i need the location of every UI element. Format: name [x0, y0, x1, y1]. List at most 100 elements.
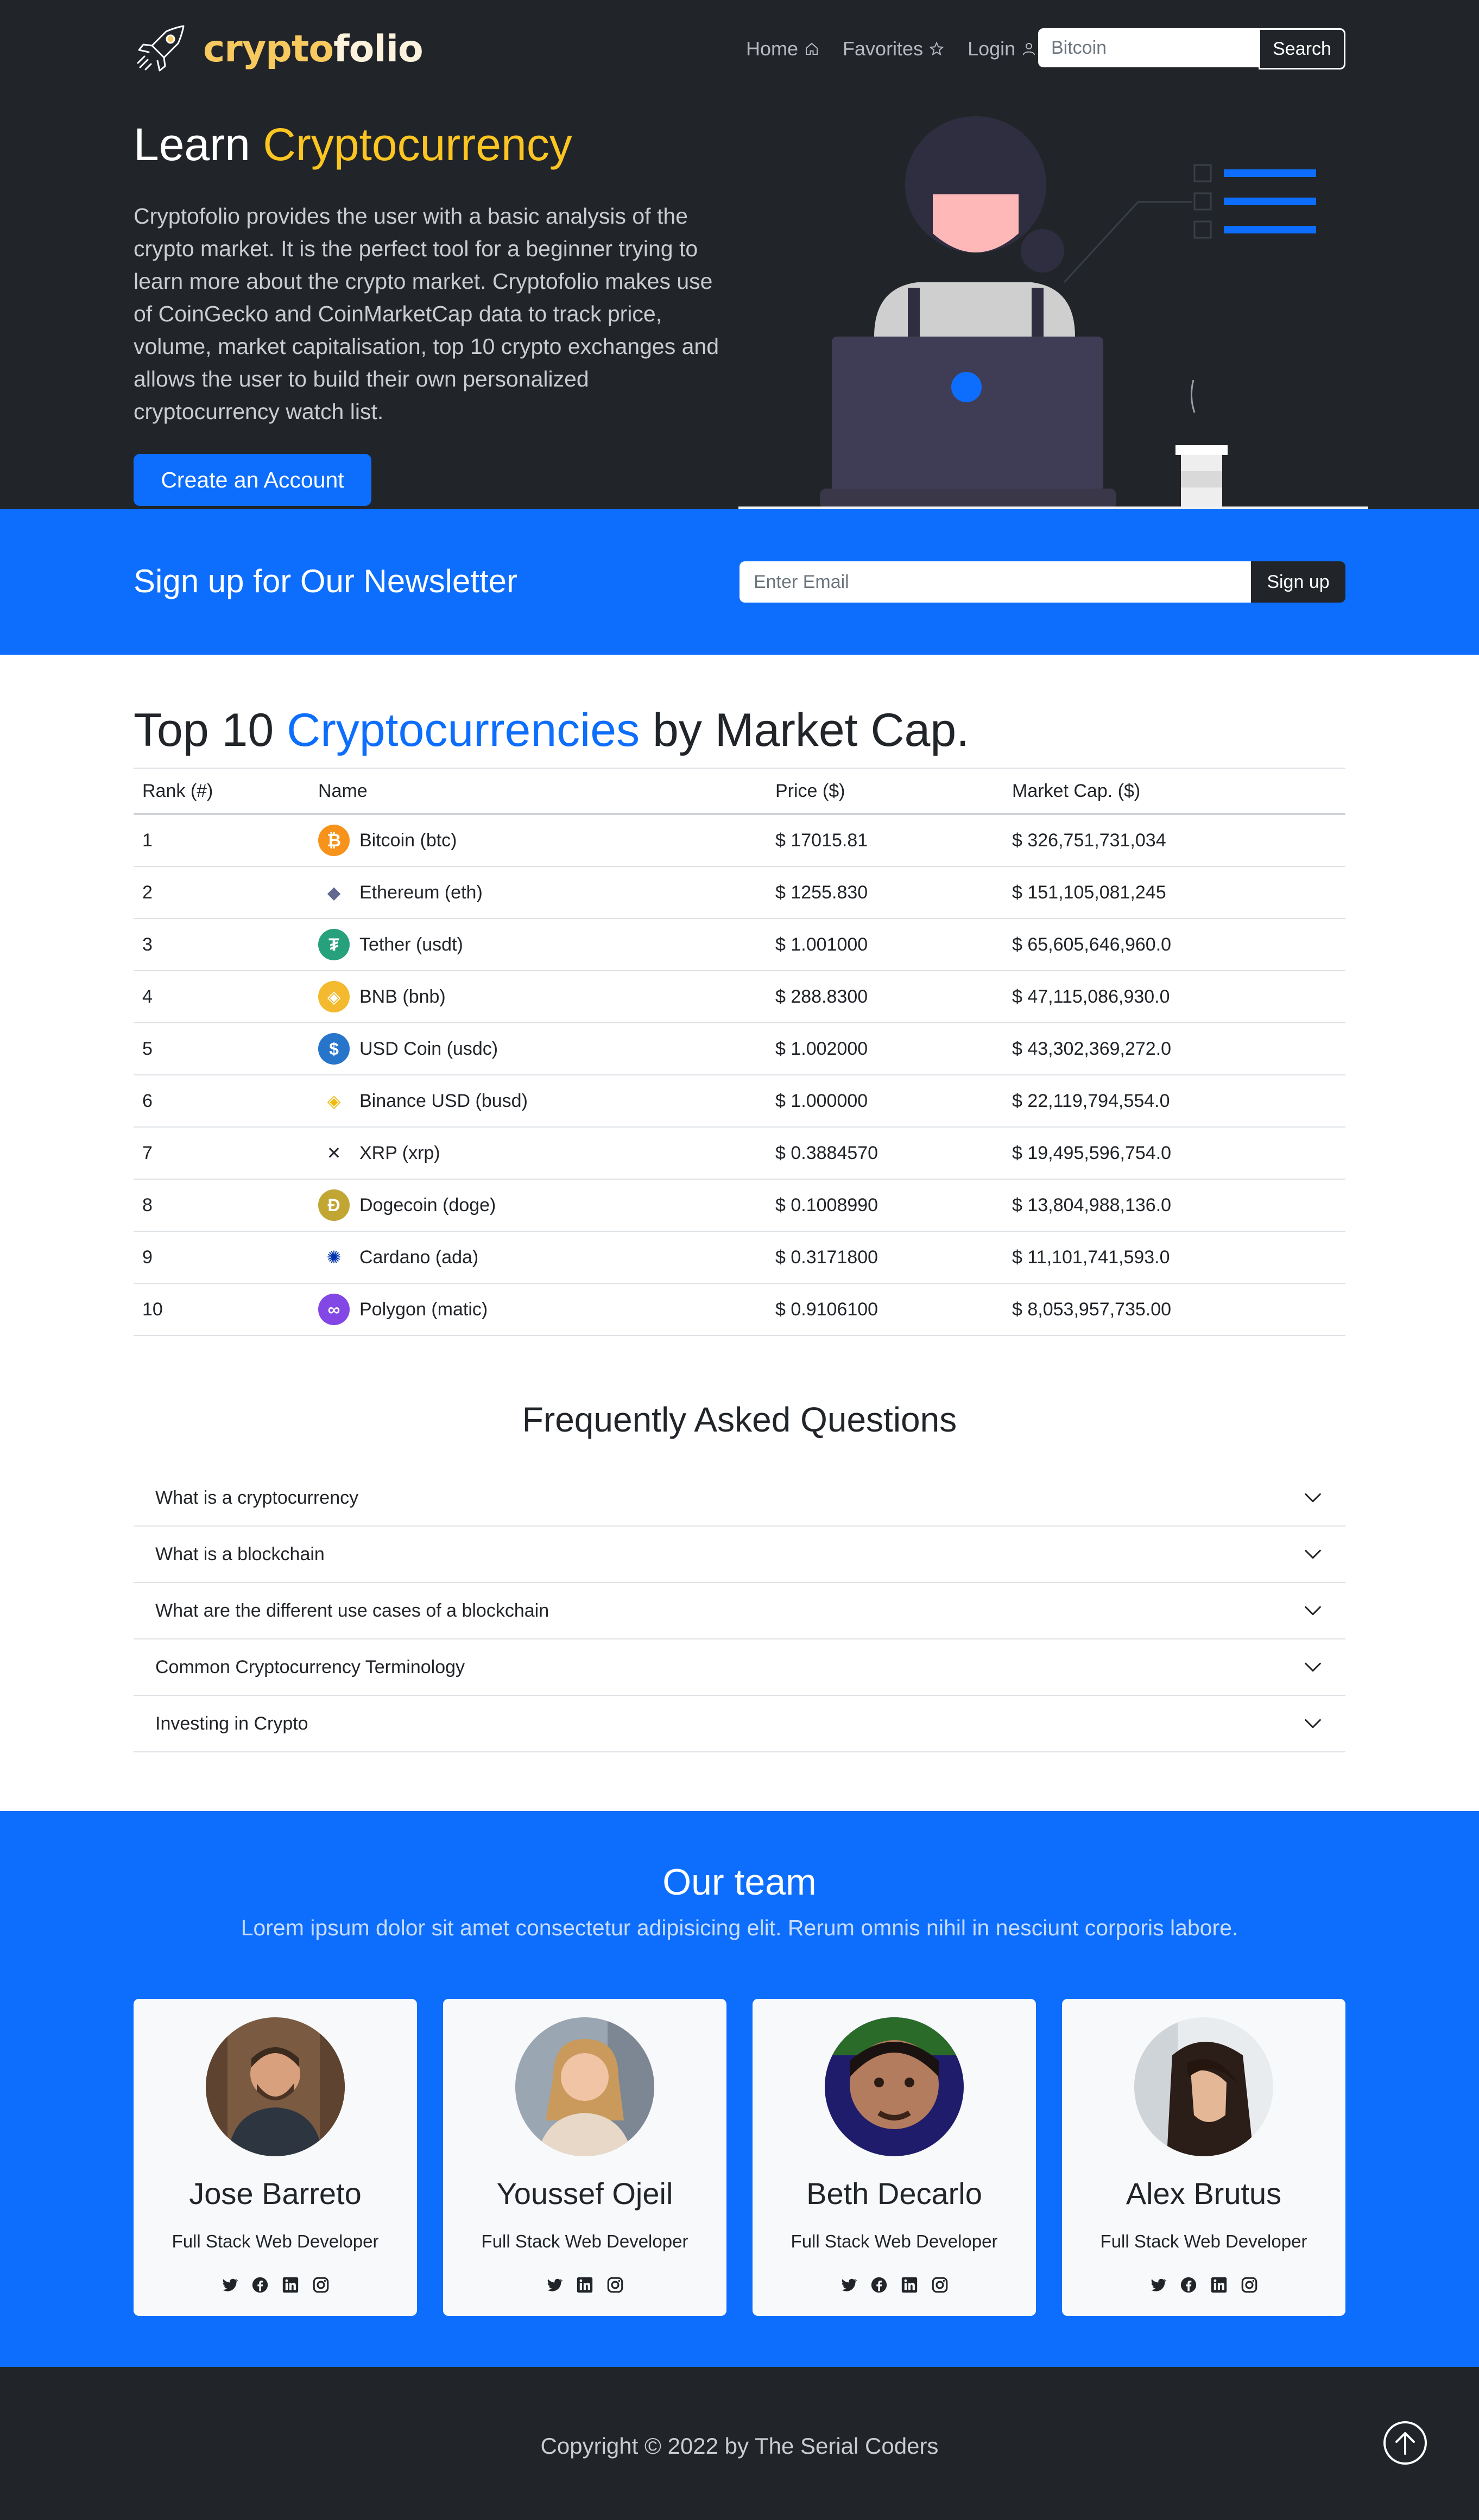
header-price: Price ($) [767, 768, 1003, 815]
cell-name: ₿ Bitcoin (btc) [309, 814, 767, 867]
coin-name[interactable]: Cardano (ada) [359, 1247, 478, 1268]
faq-item[interactable]: What are the different use cases of a bl… [134, 1583, 1345, 1639]
cell-rank: 6 [134, 1075, 309, 1128]
faq-item[interactable]: What is a cryptocurrency [134, 1470, 1345, 1527]
member-name: Jose Barreto [189, 2176, 362, 2211]
coin-name[interactable]: Dogecoin (doge) [359, 1195, 496, 1216]
cell-name: ✺ Cardano (ada) [309, 1231, 767, 1284]
facebook-icon[interactable] [870, 2276, 888, 2294]
coin-name[interactable]: Binance USD (busd) [359, 1091, 528, 1112]
search-button[interactable]: Search [1259, 28, 1345, 69]
avatar [825, 2017, 964, 2156]
table-row[interactable]: 5 $ USD Coin (usdc) $ 1.002000 $ 43,302,369,… [134, 1023, 1345, 1075]
linkedin-icon[interactable] [900, 2276, 919, 2294]
cell-market-cap: $ 19,495,596,754.0 [1003, 1127, 1345, 1180]
twitter-icon[interactable] [839, 2276, 858, 2294]
linkedin-icon[interactable] [576, 2276, 594, 2294]
avatar [1134, 2017, 1273, 2156]
newsletter-email-input[interactable]: Enter Email [739, 561, 1251, 603]
table-row[interactable]: 3 ₮ Tether (usdt) $ 1.001000 $ 65,605,646,96… [134, 919, 1345, 971]
coin-icon: ✺ [318, 1242, 350, 1273]
table-row[interactable]: 1 ₿ Bitcoin (btc) $ 17015.81 $ 326,751,731,0… [134, 814, 1345, 867]
cell-market-cap: $ 326,751,731,034 [1003, 814, 1345, 867]
cell-market-cap: $ 8,053,957,735.00 [1003, 1283, 1345, 1336]
header-market-cap: Market Cap. ($) [1003, 768, 1345, 815]
cell-name: ◈ BNB (bnb) [309, 971, 767, 1023]
top10-title: Top 10 Cryptocurrencies by Market Cap. [134, 704, 969, 757]
cell-market-cap: $ 47,115,086,930.0 [1003, 971, 1345, 1023]
crypto-table-body: 1 ₿ Bitcoin (btc) $ 17015.81 $ 326,751,731,0… [134, 814, 1345, 1336]
linkedin-icon[interactable] [1210, 2276, 1228, 2294]
cell-name: $ USD Coin (usdc) [309, 1023, 767, 1075]
cell-price: $ 1.001000 [767, 919, 1003, 971]
nav-favorites[interactable]: Favorites [843, 37, 945, 60]
cell-rank: 9 [134, 1231, 309, 1284]
cell-market-cap: $ 13,804,988,136.0 [1003, 1179, 1345, 1232]
brand-logo[interactable]: cryptofolio [134, 22, 424, 76]
social-links [1062, 2276, 1345, 2294]
table-row[interactable]: 9 ✺ Cardano (ada) $ 0.3171800 $ 11,101,741,5… [134, 1231, 1345, 1284]
cell-rank: 4 [134, 971, 309, 1023]
cell-rank: 8 [134, 1179, 309, 1232]
back-to-top-icon[interactable] [1382, 2420, 1428, 2466]
faq-accordion: What is a cryptocurrency What is a blockc… [134, 1470, 1345, 1752]
instagram-icon[interactable] [312, 2276, 330, 2294]
linkedin-icon[interactable] [281, 2276, 300, 2294]
cell-price: $ 1.002000 [767, 1023, 1003, 1075]
twitter-icon[interactable] [220, 2276, 239, 2294]
facebook-icon[interactable] [1179, 2276, 1198, 2294]
facebook-icon[interactable] [251, 2276, 269, 2294]
social-links [753, 2276, 1036, 2294]
create-account-button[interactable]: Create an Account [134, 454, 371, 506]
coin-icon: ◆ [318, 877, 350, 908]
search-input[interactable]: Bitcoin [1038, 28, 1259, 67]
table-row[interactable]: 4 ◈ BNB (bnb) $ 288.8300 $ 47,115,086,930.0 [134, 971, 1345, 1023]
cell-market-cap: $ 43,302,369,272.0 [1003, 1023, 1345, 1075]
cell-price: $ 17015.81 [767, 814, 1003, 867]
cell-rank: 2 [134, 866, 309, 919]
twitter-icon[interactable] [1149, 2276, 1167, 2294]
table-header-row: Rank (#) Name Price ($) Market Cap. ($) [134, 768, 1345, 815]
table-row[interactable]: 8 Ð Dogecoin (doge) $ 0.1008990 $ 13,804,988… [134, 1179, 1345, 1232]
hero-section: cryptofolio Home Favorites Login Bitcoin… [0, 0, 1479, 509]
coin-icon: ₮ [318, 929, 350, 960]
nav-home[interactable]: Home [746, 37, 820, 60]
cell-rank: 7 [134, 1127, 309, 1180]
nav-home-label: Home [746, 37, 799, 60]
table-row[interactable]: 10 ∞ Polygon (matic) $ 0.9106100 $ 8,053,957… [134, 1283, 1345, 1336]
chevron-down-icon [1305, 1549, 1321, 1559]
cell-name: ◈ Binance USD (busd) [309, 1075, 767, 1128]
faq-item[interactable]: Common Cryptocurrency Terminology [134, 1639, 1345, 1696]
table-row[interactable]: 2 ◆ Ethereum (eth) $ 1255.830 $ 151,105,081,… [134, 866, 1345, 919]
coin-name[interactable]: USD Coin (usdc) [359, 1039, 498, 1060]
top10-title-a: Top 10 [134, 704, 287, 756]
instagram-icon[interactable] [606, 2276, 624, 2294]
coin-name[interactable]: XRP (xrp) [359, 1143, 440, 1164]
coin-name[interactable]: Bitcoin (btc) [359, 830, 457, 851]
chevron-down-icon [1305, 1719, 1321, 1728]
member-name: Youssef Ojeil [496, 2176, 673, 2211]
table-row[interactable]: 6 ◈ Binance USD (busd) $ 1.000000 $ 22,119,7… [134, 1075, 1345, 1128]
twitter-icon[interactable] [545, 2276, 564, 2294]
coin-name[interactable]: BNB (bnb) [359, 986, 446, 1008]
coin-name[interactable]: Tether (usdt) [359, 934, 463, 955]
cell-price: $ 0.1008990 [767, 1179, 1003, 1232]
nav-login[interactable]: Login [968, 37, 1037, 60]
person-graphic [874, 116, 1075, 337]
coin-name[interactable]: Polygon (matic) [359, 1299, 488, 1320]
star-icon [929, 41, 944, 56]
member-role: Full Stack Web Developer [1100, 2231, 1307, 2251]
instagram-icon[interactable] [931, 2276, 949, 2294]
table-row[interactable]: 7 ✕ XRP (xrp) $ 0.3884570 $ 19,495,596,754.0 [134, 1127, 1345, 1180]
member-name: Alex Brutus [1126, 2176, 1282, 2211]
team-section: Our team Lorem ipsum dolor sit amet cons… [0, 1811, 1479, 2367]
copyright-text: Copyright © 2022 by The Serial Coders [540, 2433, 939, 2459]
cell-market-cap: $ 65,605,646,960.0 [1003, 919, 1345, 971]
faq-item[interactable]: Investing in Crypto [134, 1696, 1345, 1752]
instagram-icon[interactable] [1240, 2276, 1259, 2294]
newsletter-signup-button[interactable]: Sign up [1251, 561, 1345, 603]
footer: Copyright © 2022 by The Serial Coders [0, 2367, 1479, 2520]
cell-rank: 5 [134, 1023, 309, 1075]
coin-name[interactable]: Ethereum (eth) [359, 882, 483, 903]
faq-item[interactable]: What is a blockchain [134, 1527, 1345, 1583]
